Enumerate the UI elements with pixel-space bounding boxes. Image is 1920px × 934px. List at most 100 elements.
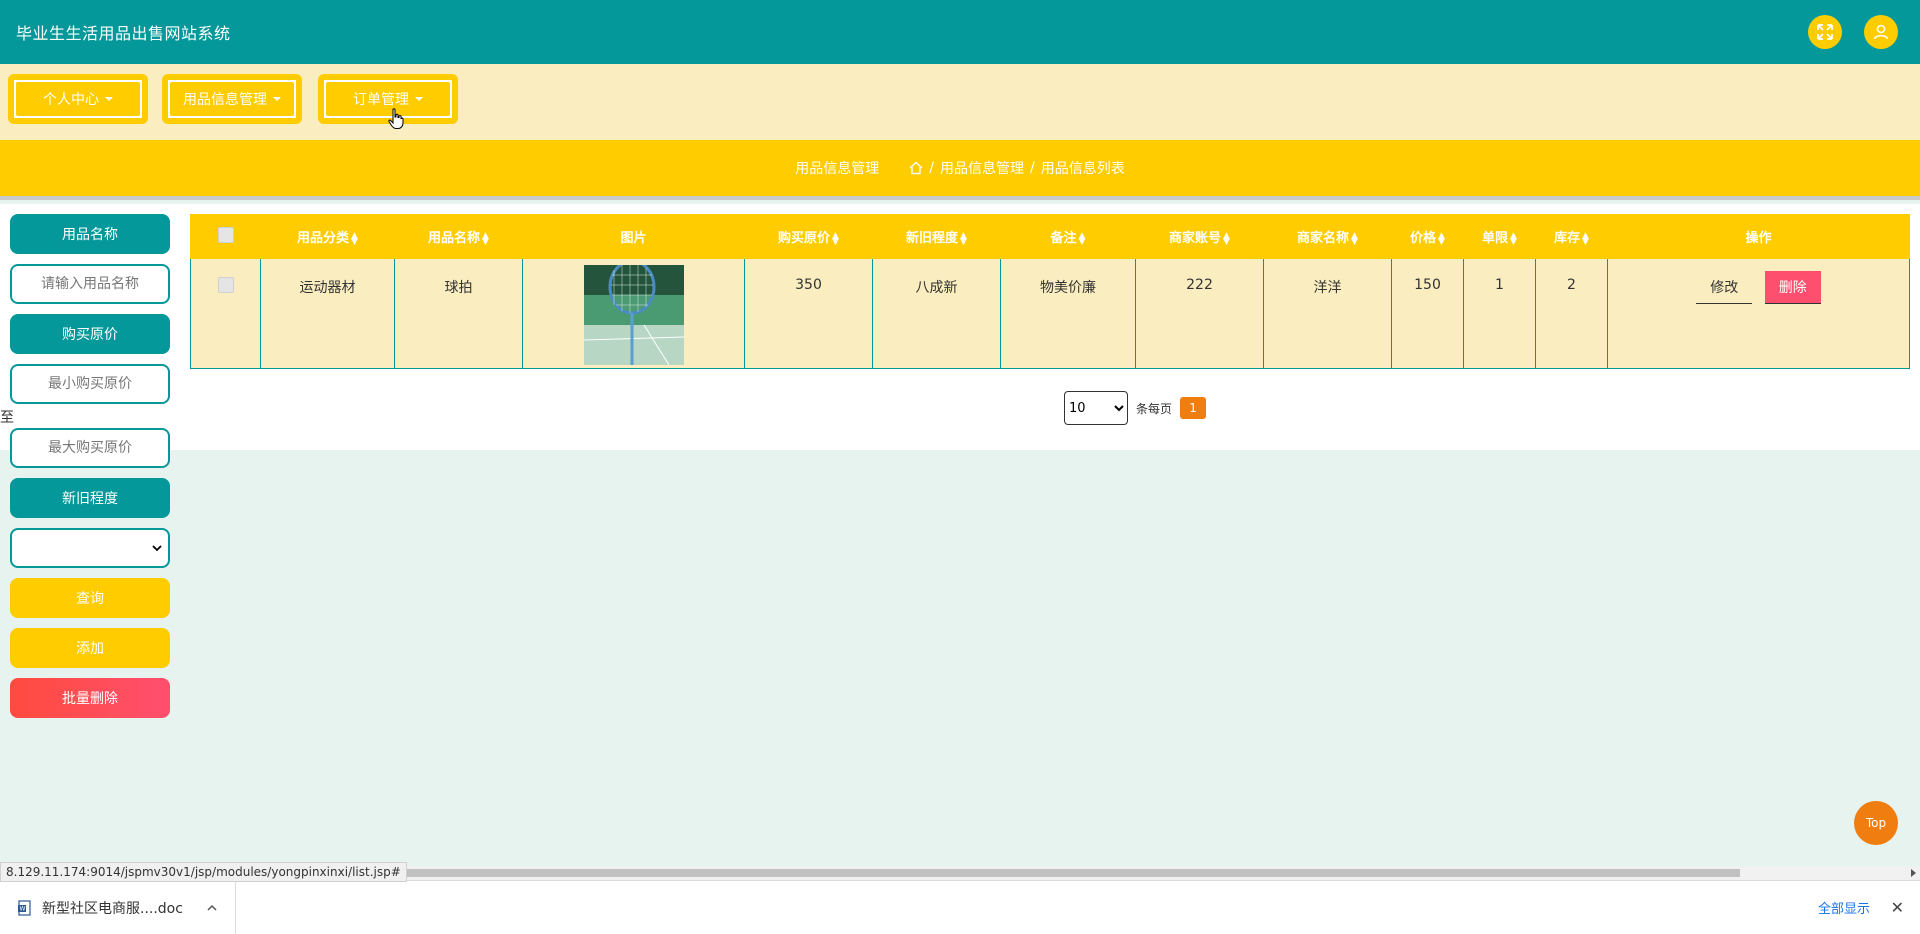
product-image[interactable] <box>583 265 684 365</box>
col-actions: 操作 <box>1607 214 1910 259</box>
nav-personal-center[interactable]: 个人中心 <box>8 74 148 124</box>
chevron-up-icon[interactable] <box>207 904 217 912</box>
sort-icon: ▲ ▼ <box>482 230 489 247</box>
cell-stock: 2 <box>1535 258 1608 369</box>
cell-merchant-account: 222 <box>1135 258 1264 369</box>
cell-actions: 修改 删除 <box>1607 258 1910 369</box>
chevron-down-icon <box>152 545 162 552</box>
col-merchant-name[interactable]: 商家名称 ▲ ▼ <box>1263 214 1392 259</box>
cell-image <box>522 258 745 369</box>
col-price[interactable]: 价格 ▲ ▼ <box>1391 214 1464 259</box>
header-merchant-name-label: 商家名称 <box>1297 231 1350 246</box>
cell-price: 150 <box>1391 258 1464 369</box>
cell-merchant-name: 洋洋 <box>1263 258 1392 369</box>
top-header: 毕业生生活用品出售网站系统 <box>0 0 1920 64</box>
sort-icon: ▲ ▼ <box>832 230 839 247</box>
col-limit[interactable]: 单限 ▲ ▼ <box>1463 214 1536 259</box>
col-name[interactable]: 用品名称 ▲ ▼ <box>394 214 523 259</box>
nav-item-management[interactable]: 用品信息管理 <box>162 74 302 124</box>
header-image-label: 图片 <box>620 231 647 246</box>
col-remark[interactable]: 备注 ▲ ▼ <box>1000 214 1136 259</box>
name-label: 用品名称 <box>10 214 170 254</box>
breadcrumb-separator: / <box>1030 160 1035 176</box>
header-icons <box>1808 15 1898 49</box>
header-condition-label: 新旧程度 <box>906 231 959 246</box>
query-button[interactable]: 查询 <box>10 578 170 618</box>
condition-label: 新旧程度 <box>10 478 170 518</box>
header-limit-label: 单限 <box>1482 231 1509 246</box>
range-to-label: 至 <box>0 410 14 426</box>
sort-icon: ▲ ▼ <box>1510 230 1517 247</box>
nav-button-frame <box>14 80 142 118</box>
sort-icon: ▲ ▼ <box>1078 230 1086 247</box>
delete-button[interactable]: 删除 <box>1764 271 1821 304</box>
header-actions-label: 操作 <box>1745 231 1772 246</box>
nav-button-frame <box>168 80 296 118</box>
cell-limit: 1 <box>1463 258 1536 369</box>
scroll-right-arrow-icon[interactable] <box>1911 869 1916 877</box>
edit-button[interactable]: 修改 <box>1696 271 1753 304</box>
breadcrumb-bar: 用品信息管理 / 用品信息管理 / 用品信息列表 <box>0 140 1920 200</box>
sort-icon: ▲ ▼ <box>1223 230 1230 247</box>
cell-remark: 物美价廉 <box>1000 258 1136 369</box>
sort-icon: ▲ ▼ <box>960 230 967 247</box>
hand-cursor-icon <box>388 108 404 129</box>
section-title: 用品信息管理 <box>795 161 880 177</box>
header-name-label: 用品名称 <box>428 231 481 246</box>
name-search-input[interactable] <box>10 264 170 304</box>
per-page-label: 条每页 <box>1136 401 1173 416</box>
app-title: 毕业生生活用品出售网站系统 <box>16 24 231 43</box>
col-condition[interactable]: 新旧程度 ▲ ▼ <box>872 214 1001 259</box>
add-button[interactable]: 添加 <box>10 628 170 668</box>
breadcrumb-item[interactable]: 用品信息管理 <box>940 158 1024 178</box>
svg-text:W: W <box>20 905 26 912</box>
status-url: 8.129.11.174:9014/jspmv30v1/jsp/modules/… <box>0 862 407 882</box>
sort-icon: ▲ ▼ <box>1582 230 1589 247</box>
col-original-price[interactable]: 购买原价 ▲ ▼ <box>744 214 873 259</box>
close-icon[interactable]: ✕ <box>1891 898 1904 917</box>
header-merchant-account-label: 商家账号 <box>1169 231 1222 246</box>
sort-icon: ▲ ▼ <box>1438 230 1445 247</box>
item-table: 用品分类 ▲ ▼ 用品名称 ▲ ▼ 图片 购买原价 ▲ ▼ 新旧程度 ▲ ▼ 备注 ▲ ▼ 商家账号… <box>190 214 1910 369</box>
home-icon[interactable] <box>909 161 923 175</box>
download-file-name: 新型社区电商服....doc <box>42 900 183 917</box>
show-all-downloads-link[interactable]: 全部显示 <box>1818 898 1870 917</box>
select-all-cell <box>190 214 261 259</box>
download-bar: W 新型社区电商服....doc 全部显示 ✕ <box>0 880 1920 934</box>
header-remark-label: 备注 <box>1050 231 1077 246</box>
table-header-row: 用品分类 ▲ ▼ 用品名称 ▲ ▼ 图片 购买原价 ▲ ▼ 新旧程度 ▲ ▼ 备注 ▲ ▼ 商家账号… <box>190 214 1910 259</box>
table-row: 运动器材 球拍 350 八成新 物美价廉 222 洋洋 150 1 2 修改 删… <box>190 258 1910 369</box>
col-merchant-account[interactable]: 商家账号 ▲ ▼ <box>1135 214 1264 259</box>
doc-file-icon: W <box>18 899 31 916</box>
condition-select[interactable] <box>10 528 170 568</box>
cell-condition: 八成新 <box>872 258 1001 369</box>
pagination: 10 条每页 1 <box>1064 391 1207 425</box>
page-size-select[interactable]: 10 <box>1064 391 1128 425</box>
min-price-input[interactable] <box>10 364 170 404</box>
row-checkbox[interactable] <box>217 277 234 293</box>
cell-category: 运动器材 <box>260 258 395 369</box>
col-category[interactable]: 用品分类 ▲ ▼ <box>260 214 395 259</box>
select-all-checkbox[interactable] <box>217 226 234 243</box>
max-price-input[interactable] <box>10 428 170 468</box>
col-image: 图片 <box>522 214 745 259</box>
breadcrumb-item: 用品信息列表 <box>1040 161 1125 177</box>
download-item[interactable]: W 新型社区电商服....doc <box>0 881 236 934</box>
back-to-top-button[interactable]: Top <box>1854 801 1898 845</box>
fullscreen-icon[interactable] <box>1808 15 1842 49</box>
header-original-price-label: 购买原价 <box>778 231 831 246</box>
header-category-label: 用品分类 <box>297 231 350 246</box>
sort-icon: ▲ ▼ <box>1351 230 1358 247</box>
page-number-current[interactable]: 1 <box>1180 397 1207 419</box>
col-stock[interactable]: 库存 ▲ ▼ <box>1535 214 1608 259</box>
row-select-cell <box>190 258 261 369</box>
main-nav: 个人中心 用品信息管理 订单管理 <box>0 64 1920 140</box>
cell-name: 球拍 <box>394 258 523 369</box>
scrollbar-thumb[interactable] <box>380 869 1740 877</box>
user-icon[interactable] <box>1864 15 1898 49</box>
header-stock-label: 库存 <box>1554 231 1581 246</box>
sort-icon: ▲ ▼ <box>351 230 358 247</box>
header-price-label: 价格 <box>1410 231 1437 246</box>
price-label: 购买原价 <box>10 314 170 354</box>
batch-delete-button[interactable]: 批量删除 <box>10 678 170 718</box>
